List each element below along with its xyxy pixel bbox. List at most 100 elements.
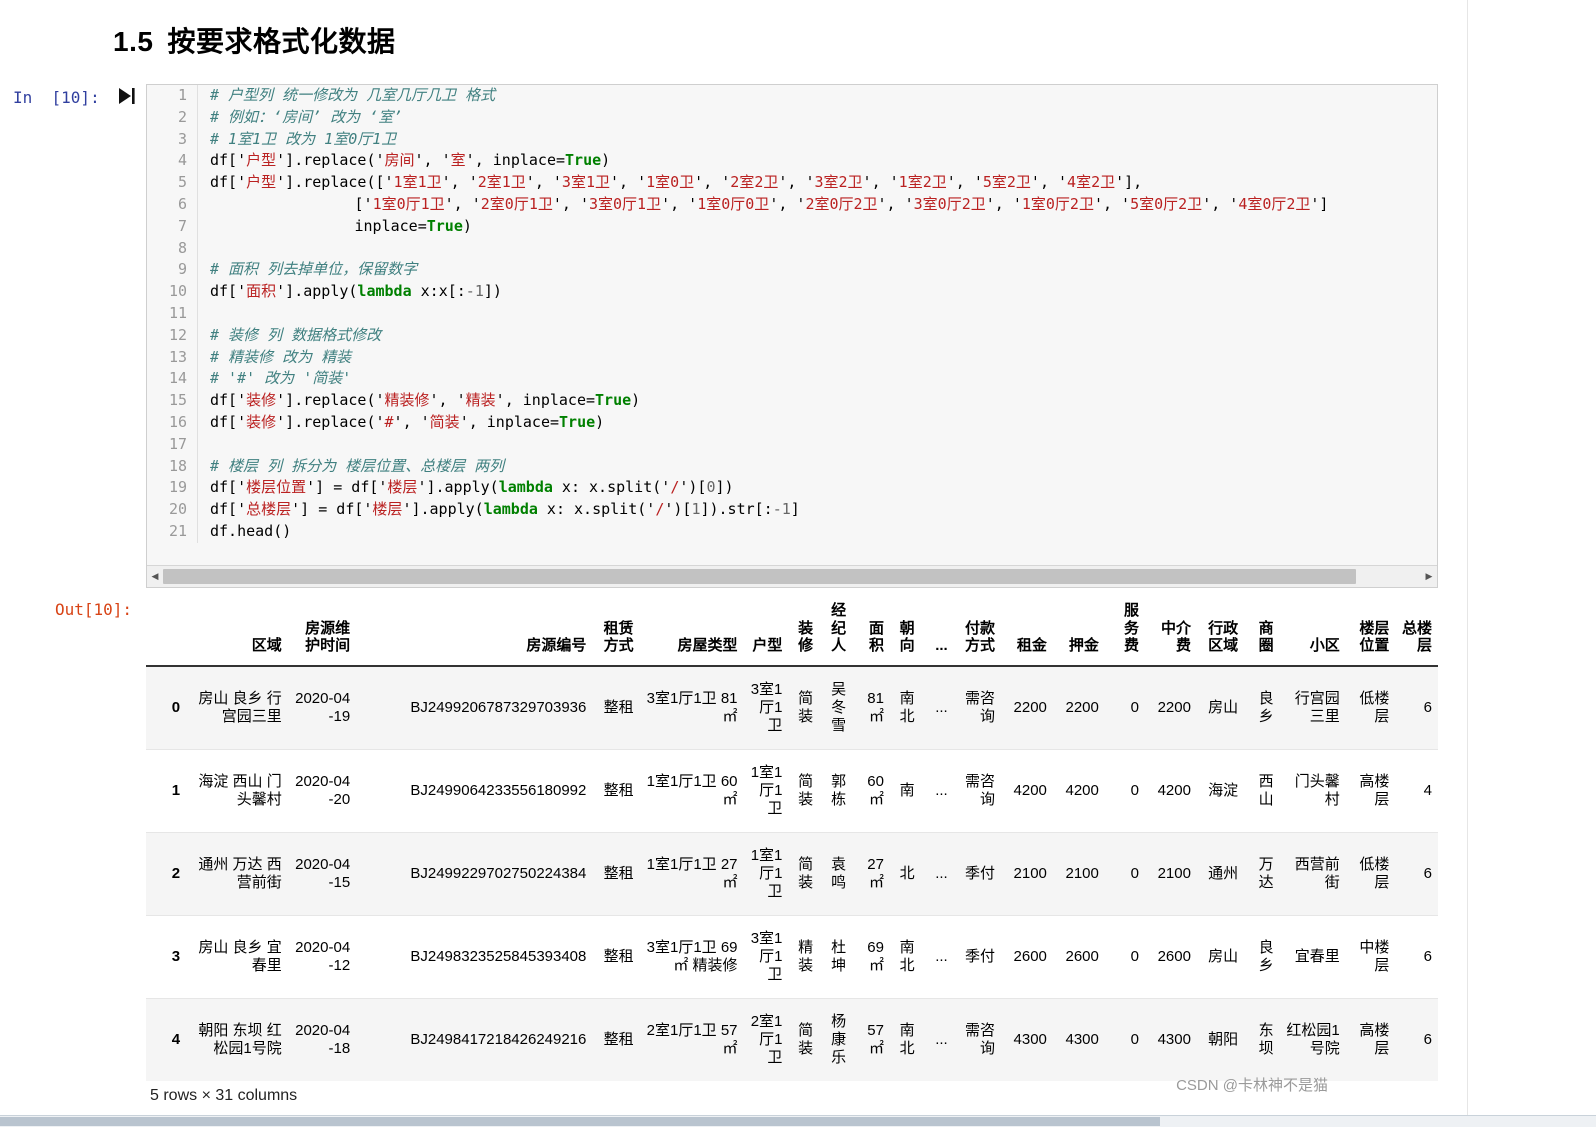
line-number: 6 (147, 193, 198, 216)
line-number: 21 (147, 520, 198, 543)
code-horizontal-scrollbar[interactable]: ◀ ▶ (147, 565, 1437, 587)
code-line: 13 # 精装修 改为 精装 (147, 346, 1437, 369)
table-column-header: 区域 (186, 596, 288, 668)
table-cell: 2100 (1000, 832, 1053, 916)
table-column-header: 行政区域 (1196, 596, 1245, 668)
table-cell: 万达 (1244, 832, 1280, 916)
table-row-index: 2 (146, 832, 187, 916)
line-number: 2 (147, 106, 198, 129)
table-cell: 3室1厅1卫 (743, 665, 789, 750)
table-cell: 郭栋 (819, 749, 853, 833)
table-cell: 60 ㎡ (852, 749, 890, 833)
table-cell: BJ2499206787329703936 (356, 665, 593, 750)
code-source: ['1室0厅1卫', '2室0厅1卫', '3室0厅1卫', '1室0厅0卫',… (210, 194, 1329, 213)
table-cell: 西营前街 (1279, 832, 1346, 916)
table-cell: BJ2499064233556180992 (356, 749, 593, 833)
code-source: # 楼层 列 拆分为 楼层位置、总楼层 两列 (210, 456, 505, 475)
table-row-index: 0 (146, 665, 187, 750)
table-cell: 6 (1395, 915, 1438, 999)
table-cell: 海淀 (1196, 749, 1245, 833)
notebook-page: 1.5 按要求格式化数据 In [10]: 1 # 户型列 统一修改为 几室几厅几卫… (0, 0, 1468, 1127)
line-number: 20 (147, 499, 198, 521)
code-line: 7 inplace=True) (147, 215, 1437, 238)
table-cell: 吴冬雪 (819, 665, 853, 750)
table-cell: 南北 (889, 665, 921, 750)
table-cell: 2020-04-15 (287, 832, 357, 916)
table-cell: 0 (1104, 915, 1145, 999)
line-number: 7 (147, 215, 198, 238)
table-cell: 1室1厅1卫 60㎡ (639, 749, 744, 833)
code-line: 19 df['楼层位置'] = df['楼层'].apply(lambda x: … (147, 477, 1437, 500)
table-cell: 东坝 (1244, 998, 1280, 1082)
table-cell: 81 ㎡ (852, 665, 890, 750)
table-column-header: 房源维护时间 (287, 596, 357, 668)
table-cell: 57 ㎡ (852, 998, 890, 1082)
output-prompt: Out[10]: (55, 600, 133, 619)
code-line: 15 df['装修'].replace('精装修', '精装', inplace=… (147, 390, 1437, 412)
table-column-header: 经纪人 (819, 596, 853, 668)
table-index-header (146, 596, 187, 668)
scroll-left-arrow-icon[interactable]: ◀ (147, 567, 163, 586)
table-cell: 4300 (1145, 998, 1197, 1082)
code-editor[interactable]: 1 # 户型列 统一修改为 几室几厅几卫 格式 2 # 例如：‘房间’ 改为 ‘室’ 3… (147, 85, 1437, 565)
dataframe-table: 区域 房源维护时间 房源编号 租赁方式 房屋类型 户型 装修 经纪人 面积 朝向... 付款方式 租金… (146, 596, 1438, 1082)
dataframe-shape-footer: 5 rows × 31 columns (150, 1087, 298, 1104)
line-number: 3 (147, 128, 198, 151)
code-line: 5 df['户型'].replace(['1室1卫', '2室1卫', '3室1卫… (147, 172, 1437, 194)
table-column-header: 商圈 (1244, 596, 1280, 668)
table-cell: 行宫园三里 (1279, 665, 1346, 750)
line-number: 5 (147, 172, 198, 194)
table-cell: 2020-04-12 (287, 915, 357, 999)
table-cell: ... (920, 832, 954, 916)
table-cell: 杨康乐 (819, 998, 853, 1082)
code-source: df['总楼层'] = df['楼层'].apply(lambda x: x.s… (210, 500, 800, 519)
line-number: 10 (147, 281, 198, 303)
scrollbar-track[interactable] (163, 567, 1421, 586)
table-cell: 需咨询 (953, 665, 1001, 750)
code-source: df.head() (210, 521, 292, 540)
scrollbar-thumb[interactable] (163, 569, 1356, 584)
code-line: 2 # 例如：‘房间’ 改为 ‘室’ (147, 106, 1437, 129)
table-cell: 季付 (953, 832, 1001, 916)
table-cell: ... (920, 665, 954, 750)
table-column-header: 楼层位置 (1345, 596, 1396, 668)
table-cell: 3室1厅1卫 (743, 915, 789, 999)
table-cell: 1室1厅1卫 (743, 749, 789, 833)
table-cell: 简装 (788, 832, 820, 916)
code-source: df['楼层位置'] = df['楼层'].apply(lambda x: x.… (210, 478, 734, 497)
code-source: # 户型列 统一修改为 几室几厅几卫 格式 (210, 86, 496, 104)
line-number: 12 (147, 324, 198, 347)
window-horizontal-scrollbar[interactable] (0, 1115, 1596, 1127)
table-column-header: 服务费 (1104, 596, 1145, 668)
run-cell-icon[interactable] (118, 86, 136, 106)
table-cell: 简装 (788, 998, 820, 1082)
code-source: # 精装修 改为 精装 (210, 347, 352, 366)
code-cell[interactable]: 1 # 户型列 统一修改为 几室几厅几卫 格式 2 # 例如：‘房间’ 改为 ‘室’ 3… (146, 84, 1438, 588)
code-line: 10 df['面积'].apply(lambda x:x[:-1]) (147, 281, 1437, 303)
table-cell: 2200 (1000, 665, 1053, 750)
input-prompt: In [10]: (13, 88, 100, 107)
scroll-right-arrow-icon[interactable]: ▶ (1421, 567, 1437, 586)
table-cell: 27 ㎡ (852, 832, 890, 916)
table-cell: ... (920, 749, 954, 833)
table-header-row: 区域 房源维护时间 房源编号 租赁方式 房屋类型 户型 装修 经纪人 面积 朝向... 付款方式 租金… (146, 596, 1438, 668)
table-row-index: 4 (146, 998, 187, 1082)
table-body: 0 房山 良乡 行宫园三里 2020-04-19 BJ2499206787329703… (146, 665, 1438, 1082)
table-cell: 2600 (1145, 915, 1197, 999)
code-line: 1 # 户型列 统一修改为 几室几厅几卫 格式 (147, 85, 1437, 107)
code-source: df['装修'].replace('精装修', '精装', inplace=Tr… (210, 391, 641, 410)
window-scrollbar-thumb[interactable] (0, 1117, 1160, 1126)
code-line: 11 (147, 302, 1437, 325)
table-cell: 4300 (1000, 998, 1053, 1082)
table-cell: BJ2498417218426249216 (356, 998, 593, 1082)
table-cell: 良乡 (1244, 665, 1280, 750)
code-source: # 装修 列 数据格式修改 (210, 325, 382, 344)
table-cell: BJ2499229702750224384 (356, 832, 593, 916)
table-column-header: 装修 (788, 596, 820, 668)
line-number: 4 (147, 150, 198, 173)
table-cell: 中楼层 (1345, 915, 1396, 999)
table-column-header: 小区 (1279, 596, 1346, 668)
table-cell: 整租 (592, 998, 640, 1082)
table-cell: 需咨询 (953, 749, 1001, 833)
table-cell: 南 (889, 749, 921, 833)
